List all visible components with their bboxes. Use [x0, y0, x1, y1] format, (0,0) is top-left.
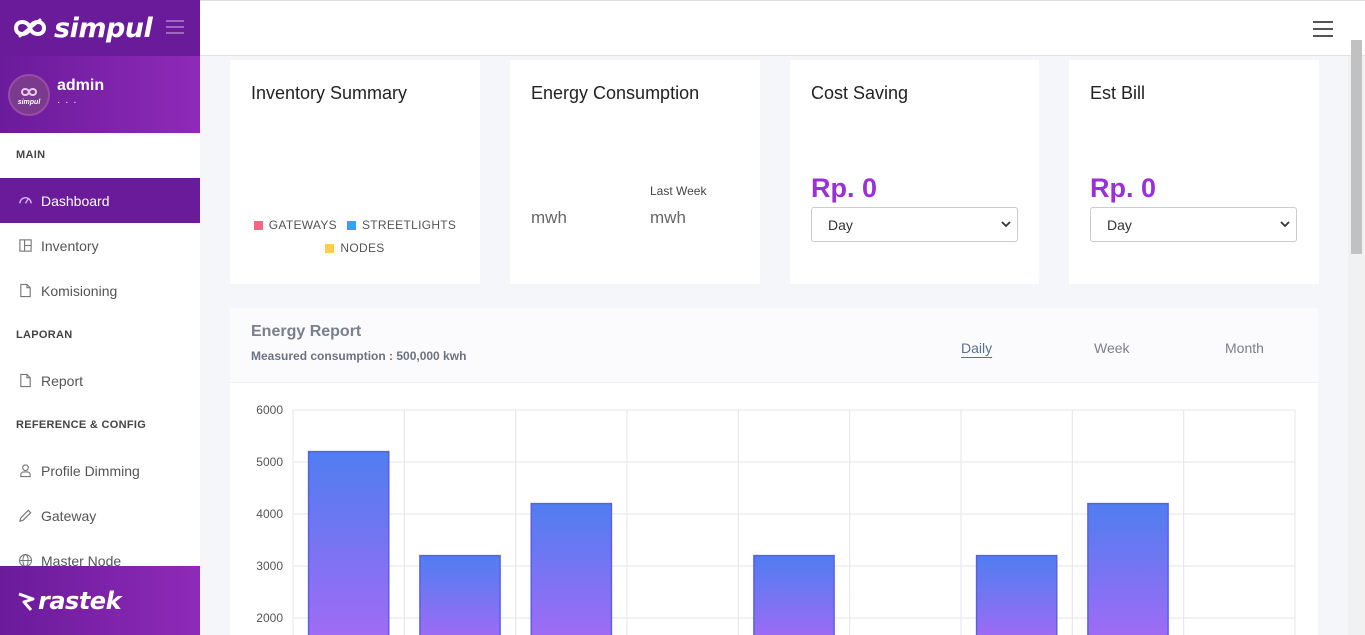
y-tick-label: 6000: [256, 403, 283, 417]
sidebar-item-label: Report: [41, 372, 84, 389]
energy-report-chart: 6000 5000 4000 3000 2000: [256, 403, 1296, 635]
avatar[interactable]: simpul: [8, 74, 50, 116]
topbar: [200, 0, 1365, 56]
inventory-summary-card: Inventory Summary GATEWAYS STREETLIGHTS …: [230, 60, 480, 284]
est-bill-value: Rp. 0: [1090, 173, 1157, 203]
legend-swatch: [346, 220, 356, 230]
file-icon: [18, 373, 33, 388]
cost-saving-card: Cost Saving Rp. 0 Day: [790, 60, 1039, 284]
chart-bar[interactable]: [975, 554, 1058, 635]
tab-week[interactable]: Week: [1094, 340, 1130, 356]
select-value: Day: [1107, 216, 1132, 233]
legend-item-nodes[interactable]: NODES: [325, 241, 384, 255]
rastek-brand-name: rastek: [38, 586, 122, 615]
legend-swatch: [253, 220, 263, 230]
est-bill-period-select[interactable]: Day: [1090, 207, 1297, 242]
nav-section-laporan: LAPORAN: [16, 329, 73, 341]
report-subtitle: Measured consumption : 500,000 kwh: [251, 349, 467, 363]
last-week-label: Last Week: [650, 184, 707, 198]
cost-saving-value: Rp. 0: [811, 173, 878, 203]
chart-bar[interactable]: [307, 450, 390, 635]
dashboard-icon: [18, 193, 33, 208]
chart-bar[interactable]: [753, 554, 835, 635]
user-name: admin: [57, 77, 105, 94]
current-energy-unit: mwh: [531, 208, 567, 227]
nav-section-reference-config: REFERENCE & CONFIG: [16, 419, 147, 431]
sidebar-item-profile-dimming[interactable]: Profile Dimming: [0, 448, 200, 493]
select-value: Day: [828, 216, 853, 233]
sidebar-item-label: Komisioning: [41, 282, 118, 299]
y-tick-label: 5000: [256, 455, 283, 469]
menu-icon[interactable]: [1313, 21, 1333, 37]
legend-label: NODES: [340, 241, 385, 255]
cost-saving-period-select[interactable]: Day: [811, 207, 1018, 242]
sidebar-item-label: Dashboard: [41, 192, 110, 209]
legend-label: STREETLIGHTS: [361, 218, 457, 232]
card-title: Cost Saving: [811, 83, 909, 103]
report-title: Energy Report: [251, 323, 362, 340]
chevron-down-icon: [1280, 221, 1290, 228]
y-tick-label: 3000: [256, 559, 283, 573]
sidebar-item-gateway[interactable]: Gateway: [0, 493, 200, 538]
est-bill-card: Est Bill Rp. 0 Day: [1069, 60, 1319, 284]
sidebar-item-label: Profile Dimming: [41, 462, 140, 479]
rastek-logo-icon: [18, 592, 35, 611]
avatar-label: simpul: [17, 98, 41, 106]
energy-report-header: Energy Report Measured consumption : 500…: [230, 308, 1318, 383]
card-title: Inventory Summary: [251, 83, 408, 103]
simpul-logo-icon: [20, 87, 38, 96]
sidebar-item-dashboard[interactable]: Dashboard: [0, 178, 200, 223]
chart-bar[interactable]: [419, 554, 501, 635]
brand-name: simpul: [54, 12, 153, 44]
y-tick-label: 2000: [256, 611, 283, 625]
inventory-legend: GATEWAYS STREETLIGHTS NODES: [230, 218, 480, 264]
user-status: · · ·: [57, 97, 78, 108]
legend-item-gateways[interactable]: GATEWAYS: [253, 218, 337, 232]
simpul-logo-icon: [13, 18, 47, 38]
energy-report-panel: Energy Report Measured consumption : 500…: [230, 308, 1318, 635]
chart-bar[interactable]: [530, 502, 613, 635]
user-panel: simpul admin · · ·: [0, 56, 200, 133]
page-scrollbar[interactable]: [1348, 40, 1365, 635]
inventory-icon: [18, 238, 33, 253]
sidebar-item-label: Gateway: [41, 507, 97, 524]
chart-bar[interactable]: [1087, 502, 1169, 635]
sidebar-item-report[interactable]: Report: [0, 358, 200, 403]
sidebar: simpul simpul admin · · · MAIN Dashboard…: [0, 0, 200, 635]
brand-bar: simpul: [0, 0, 200, 56]
legend-swatch: [325, 243, 335, 253]
chevron-down-icon: [1001, 221, 1011, 228]
sidebar-footer: rastek: [0, 566, 200, 635]
card-title: Est Bill: [1090, 83, 1146, 103]
tab-daily[interactable]: Daily: [961, 340, 992, 356]
card-title: Energy Consumption: [531, 83, 700, 103]
brand-logo[interactable]: simpul: [12, 12, 153, 44]
legend-label: GATEWAYS: [268, 218, 337, 232]
y-tick-label: 4000: [256, 507, 283, 521]
nav-section-main: MAIN: [16, 149, 46, 161]
scrollbar-thumb[interactable]: [1351, 40, 1362, 254]
sidebar-item-inventory[interactable]: Inventory: [0, 223, 200, 268]
last-week-energy-unit: mwh: [650, 208, 686, 227]
sidebar-item-label: Inventory: [41, 237, 99, 254]
rastek-logo: rastek: [18, 586, 122, 615]
legend-item-streetlights[interactable]: STREETLIGHTS: [346, 218, 457, 232]
tab-month[interactable]: Month: [1225, 340, 1264, 356]
file-icon: [18, 283, 33, 298]
energy-consumption-card: Energy Consumption Last Week mwh mwh: [510, 60, 760, 284]
sidebar-item-komisioning[interactable]: Komisioning: [0, 268, 200, 313]
pencil-icon: [18, 508, 33, 523]
user-icon: [18, 463, 33, 478]
sidebar-toggle-icon[interactable]: [166, 20, 184, 34]
